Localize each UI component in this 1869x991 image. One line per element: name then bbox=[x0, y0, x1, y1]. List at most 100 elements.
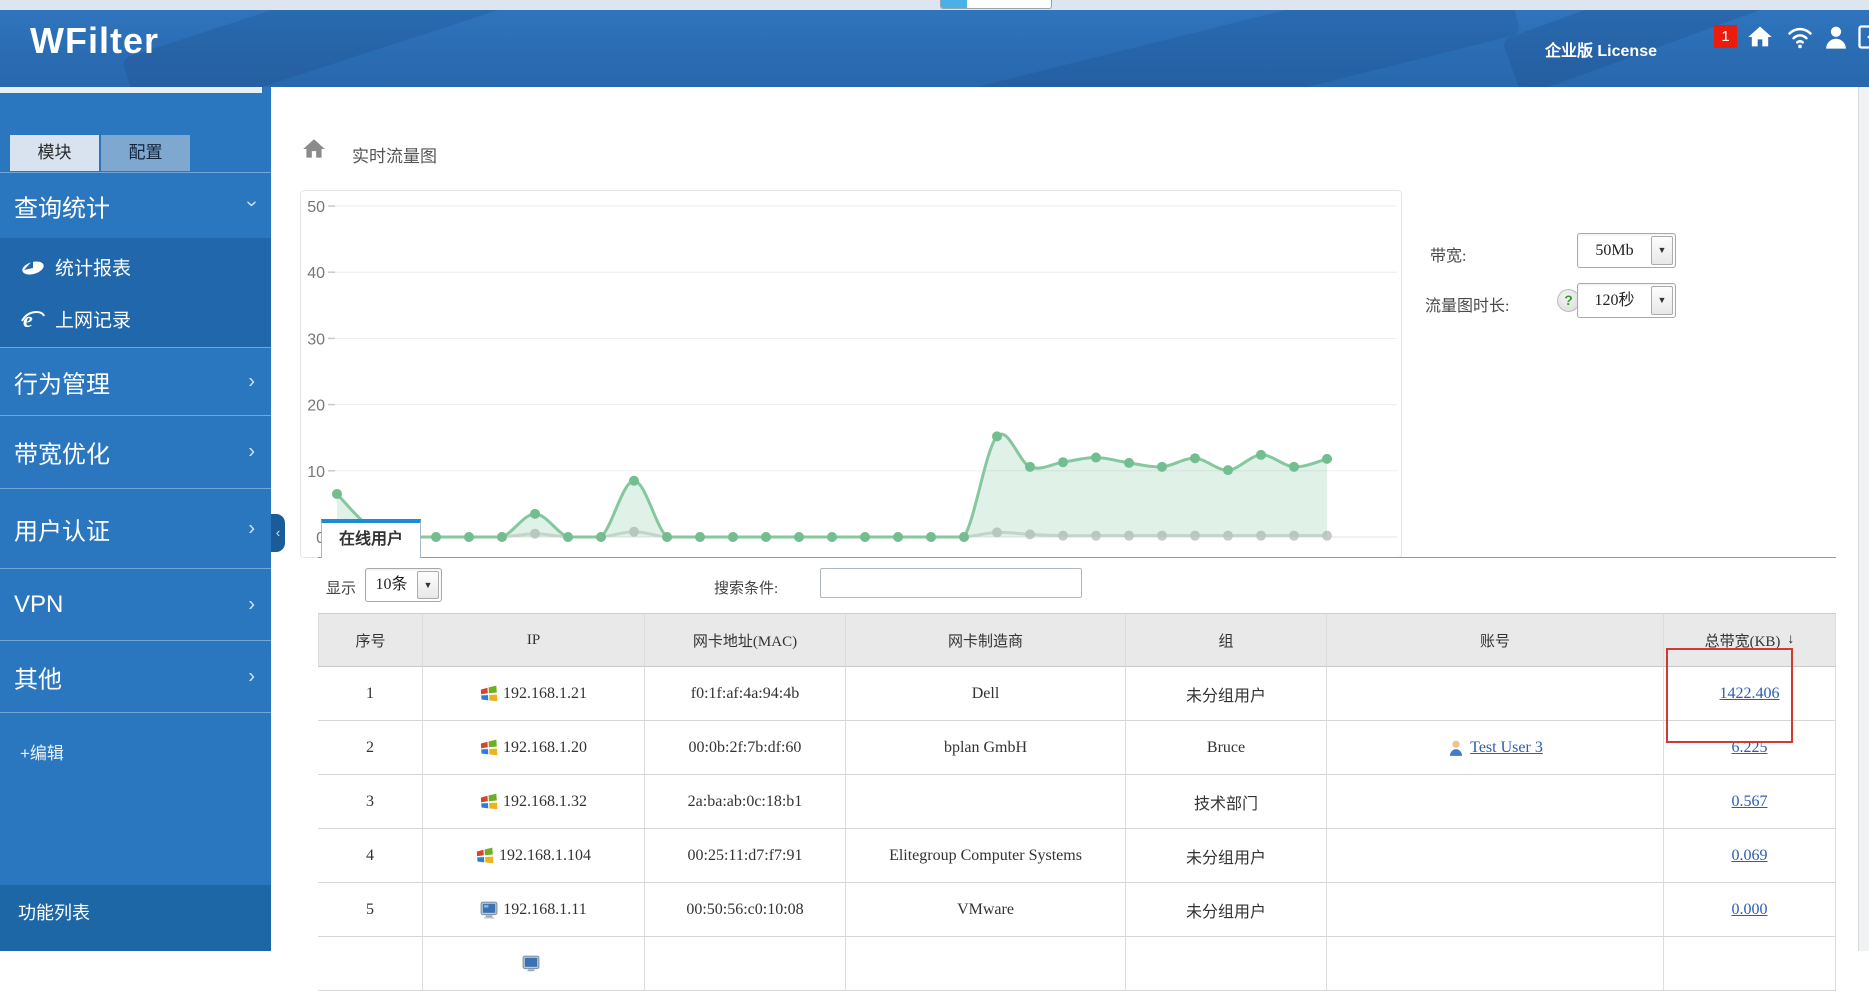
bandwidth-link[interactable]: 0.567 bbox=[1732, 793, 1768, 811]
tab-online-users[interactable]: 在线用户 bbox=[321, 519, 421, 558]
table-row-cell-mac: 00:50:56:c0:10:08 bbox=[645, 883, 846, 937]
sidebar-item-label: 用户认证 bbox=[14, 511, 110, 546]
sidebar-item-bandwidth[interactable]: 带宽优化 › bbox=[0, 415, 271, 488]
table-row-cell-account bbox=[1327, 829, 1664, 883]
table-row-cell-vendor: Elitegroup Computer Systems bbox=[846, 829, 1126, 883]
table-row-cell-ip: 192.168.1.32 bbox=[423, 775, 645, 829]
table-row-cell-vendor: Dell bbox=[846, 667, 1126, 721]
table-row-cell-account bbox=[1327, 667, 1664, 721]
column-header-mac[interactable]: 网卡地址(MAC) bbox=[645, 613, 846, 667]
table-row-cell-group: 未分组用户 bbox=[1126, 883, 1327, 937]
chevron-down-icon: › bbox=[240, 200, 263, 207]
sidebar-footer[interactable]: 功能列表 bbox=[0, 885, 271, 951]
bandwidth-link[interactable]: 0.000 bbox=[1732, 901, 1768, 919]
tab-modules[interactable]: 模块 bbox=[10, 135, 99, 171]
monitor-icon bbox=[480, 901, 498, 919]
app-logo: WFilter bbox=[30, 20, 159, 62]
notification-badge[interactable]: 1 bbox=[1714, 25, 1737, 48]
windows-icon bbox=[476, 847, 494, 865]
table-row-cell-bandwidth: 0.069 bbox=[1664, 829, 1836, 883]
red-annotation-box bbox=[1666, 648, 1793, 743]
table-row-cell-vendor bbox=[846, 775, 1126, 829]
sidebar-top-divider bbox=[0, 87, 262, 93]
svg-text:30: 30 bbox=[307, 331, 325, 348]
search-label: 搜索条件: bbox=[714, 577, 778, 598]
monitor-icon bbox=[522, 955, 540, 973]
header-texture bbox=[900, 10, 1521, 87]
sidebar-item-label: 统计报表 bbox=[55, 254, 131, 281]
svg-text:20: 20 bbox=[307, 398, 325, 415]
browser-e-icon: e bbox=[20, 308, 46, 330]
browser-widget bbox=[940, 0, 1052, 9]
duration-select[interactable]: 120秒 ▼ bbox=[1577, 283, 1676, 318]
sidebar-collapse-handle[interactable]: ‹ bbox=[271, 514, 285, 552]
chevron-down-icon: ▼ bbox=[417, 571, 439, 599]
user-icon[interactable] bbox=[1822, 23, 1850, 51]
sidebar-item-user-auth[interactable]: 用户认证 › bbox=[0, 488, 271, 568]
duration-label: 流量图时长: bbox=[1425, 292, 1509, 316]
table-row-cell-ip: 192.168.1.11 bbox=[423, 883, 645, 937]
home-icon[interactable] bbox=[1746, 23, 1774, 51]
column-header-no[interactable]: 序号 bbox=[318, 613, 423, 667]
svg-text:e: e bbox=[23, 308, 33, 330]
table-row-cell-ip bbox=[423, 937, 645, 991]
sidebar-item-label: 上网记录 bbox=[55, 306, 131, 333]
sidebar-item-query-stats[interactable]: 查询统计 › bbox=[0, 172, 271, 238]
column-header-group[interactable]: 组 bbox=[1126, 613, 1327, 667]
scrollbar[interactable] bbox=[1858, 87, 1869, 951]
bandwidth-select-value: 50Mb bbox=[1578, 234, 1651, 267]
chevron-right-icon: › bbox=[248, 441, 255, 464]
page-size-select[interactable]: 10条 ▼ bbox=[365, 568, 442, 602]
sidebar-edit-link[interactable]: +编辑 bbox=[20, 739, 64, 764]
sidebar-item-web-records[interactable]: e 上网记录 bbox=[0, 294, 271, 344]
column-header-account[interactable]: 账号 bbox=[1327, 613, 1664, 667]
table-row-cell-ip: 192.168.1.21 bbox=[423, 667, 645, 721]
table-row-cell-ip: 192.168.1.104 bbox=[423, 829, 645, 883]
chevron-right-icon: › bbox=[248, 665, 255, 688]
sidebar-footer-label: 功能列表 bbox=[18, 899, 90, 925]
table-row-cell-vendor bbox=[846, 937, 1126, 991]
sidebar-item-label: 其他 bbox=[14, 659, 62, 694]
show-label: 显示 bbox=[326, 577, 356, 598]
search-input[interactable] bbox=[820, 568, 1082, 598]
page-size-value: 10条 bbox=[366, 569, 417, 601]
column-header-ip[interactable]: IP bbox=[423, 613, 645, 667]
license-label: 企业版 License bbox=[1545, 37, 1657, 61]
windows-icon bbox=[480, 685, 498, 703]
logout-icon[interactable] bbox=[1856, 23, 1869, 51]
chevron-right-icon: › bbox=[248, 517, 255, 540]
bandwidth-link[interactable]: 0.069 bbox=[1732, 847, 1768, 865]
table-row-cell-group: 未分组用户 bbox=[1126, 667, 1327, 721]
windows-icon bbox=[480, 739, 498, 757]
table-row-cell-mac bbox=[645, 937, 846, 991]
sidebar-item-other[interactable]: 其他 › bbox=[0, 640, 271, 713]
sidebar-item-behavior[interactable]: 行为管理 › bbox=[0, 347, 271, 415]
table-row-cell-ip: 192.168.1.20 bbox=[423, 721, 645, 775]
column-header-vendor[interactable]: 网卡制造商 bbox=[846, 613, 1126, 667]
table-row-cell-group: 技术部门 bbox=[1126, 775, 1327, 829]
table-row-cell-mac: f0:1f:af:4a:94:4b bbox=[645, 667, 846, 721]
traffic-chart-svg: 50403020100 bbox=[301, 191, 1401, 557]
tab-config[interactable]: 配置 bbox=[101, 135, 190, 171]
sidebar-item-stat-report[interactable]: 统计报表 bbox=[0, 242, 271, 292]
table-row-cell-bandwidth bbox=[1664, 937, 1836, 991]
wifi-icon[interactable] bbox=[1786, 23, 1814, 51]
traffic-chart: 50403020100 bbox=[300, 190, 1402, 558]
table-row-cell-mac: 2a:ba:ab:0c:18:b1 bbox=[645, 775, 846, 829]
duration-select-value: 120秒 bbox=[1578, 284, 1651, 317]
page-title: 实时流量图 bbox=[352, 142, 437, 167]
sidebar: 模块 配置 查询统计 › 统计报表 e 上网记录 行为管理 › 带宽优化 › bbox=[0, 87, 271, 951]
account-link[interactable]: Test User 3 bbox=[1470, 739, 1543, 757]
header-texture bbox=[121, 10, 618, 87]
breadcrumb-home-icon[interactable] bbox=[300, 136, 328, 162]
account-user-icon bbox=[1447, 739, 1465, 757]
table-row-cell-account bbox=[1327, 937, 1664, 991]
sidebar-item-vpn[interactable]: VPN › bbox=[0, 568, 271, 640]
table-row-cell-account bbox=[1327, 883, 1664, 937]
bandwidth-select[interactable]: 50Mb ▼ bbox=[1577, 233, 1676, 268]
chevron-right-icon: › bbox=[248, 593, 255, 616]
chevron-right-icon: › bbox=[248, 370, 255, 393]
sidebar-item-label: 带宽优化 bbox=[14, 435, 110, 470]
table-row-cell-no: 1 bbox=[318, 667, 423, 721]
table-row-cell-mac: 00:25:11:d7:f7:91 bbox=[645, 829, 846, 883]
